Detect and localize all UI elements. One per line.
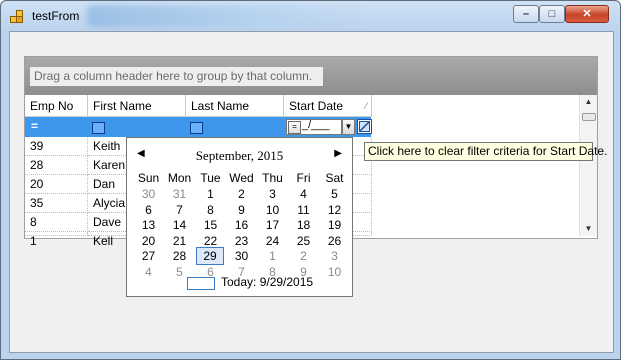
close-button[interactable]: ✕: [565, 5, 609, 23]
calendar-day[interactable]: 8: [195, 202, 226, 218]
clear-filter-button[interactable]: [357, 119, 372, 134]
calendar-day[interactable]: 21: [164, 233, 195, 249]
cell-emp-no[interactable]: 28: [25, 156, 88, 175]
start-date-filter-input[interactable]: = _/___: [286, 119, 342, 135]
scroll-thumb[interactable]: [582, 113, 596, 121]
cell-emp-no[interactable]: 8: [25, 213, 88, 232]
calendar-day[interactable]: 7: [164, 202, 195, 218]
maximize-icon: □: [548, 8, 556, 20]
calendar-day[interactable]: 26: [319, 233, 350, 249]
column-header-emp-no[interactable]: Emp No: [25, 95, 88, 117]
today-marker-icon: [187, 277, 215, 290]
column-header-last-name[interactable]: Last Name: [186, 95, 284, 117]
day-of-week-label: Mon: [167, 171, 192, 185]
filter-cell-first-name[interactable]: [88, 117, 186, 137]
calendar-day[interactable]: 14: [164, 217, 195, 233]
calendar-day[interactable]: 4: [133, 264, 164, 280]
close-icon: ✕: [582, 8, 592, 20]
calendar-day[interactable]: 17: [257, 217, 288, 233]
calendar-day[interactable]: 5: [319, 186, 350, 202]
calendar-day[interactable]: 4: [288, 186, 319, 202]
calendar-day[interactable]: 1: [195, 186, 226, 202]
filter-row[interactable]: = = _/___ ▼: [25, 117, 372, 137]
calendar-day[interactable]: 31: [164, 186, 195, 202]
filter-cell-last-name[interactable]: [186, 117, 284, 137]
minimize-button[interactable]: –: [513, 5, 539, 23]
column-header-start-date[interactable]: Start Date ⁄: [284, 95, 372, 117]
calendar-day[interactable]: 3: [319, 248, 350, 264]
window-title: testFrom: [32, 9, 80, 23]
column-header-start-date-label: Start Date: [289, 99, 344, 113]
calendar-day[interactable]: 13: [133, 217, 164, 233]
day-of-week-label: Thu: [262, 171, 283, 185]
vertical-scrollbar[interactable]: ▲ ▼: [579, 95, 597, 236]
calendar-day[interactable]: 19: [319, 217, 350, 233]
title-bar[interactable]: testFrom – □ ✕: [1, 1, 620, 31]
scroll-up-icon[interactable]: ▲: [580, 95, 597, 109]
title-bar-glass: [87, 5, 377, 27]
group-by-hint: Drag a column header here to group by th…: [30, 67, 323, 86]
group-by-panel[interactable]: Drag a column header here to group by th…: [25, 57, 597, 95]
calendar-day[interactable]: 15: [195, 217, 226, 233]
calendar-day[interactable]: 3: [257, 186, 288, 202]
calendar-day[interactable]: 2: [288, 248, 319, 264]
calendar-dropdown[interactable]: ◀ September, 2015 ▶ Sun Mon Tue Wed Thu Fri Sa…: [126, 137, 353, 297]
calendar-day[interactable]: 30: [133, 186, 164, 202]
filter-operator-equals-icon[interactable]: =: [288, 121, 301, 134]
day-of-week-label: Fri: [296, 171, 311, 185]
day-of-week-label: Sun: [137, 171, 160, 185]
cell-emp-no[interactable]: 39: [25, 137, 88, 156]
date-mask: _/___: [302, 119, 330, 131]
resize-grip-icon: ⁄: [365, 101, 367, 111]
calendar-day[interactable]: 10: [319, 264, 350, 280]
calendar-day[interactable]: 22: [195, 233, 226, 249]
next-month-icon[interactable]: ▶: [334, 148, 342, 159]
calendar-day[interactable]: 27: [133, 248, 164, 264]
calendar-day[interactable]: 29: [196, 247, 224, 265]
day-of-week-label: Wed: [229, 171, 254, 185]
tooltip: Click here to clear filter criteria for …: [364, 142, 607, 161]
date-dropdown-button[interactable]: ▼: [342, 119, 355, 135]
calendar-day[interactable]: 2: [226, 186, 257, 202]
calendar-day[interactable]: 24: [257, 233, 288, 249]
day-of-week-label: Sat: [325, 171, 344, 185]
calendar-day[interactable]: 1: [257, 248, 288, 264]
filter-operator-icon[interactable]: [92, 122, 105, 134]
day-of-week-label: Tue: [200, 171, 221, 185]
calendar-day[interactable]: 10: [257, 202, 288, 218]
scroll-down-icon[interactable]: ▼: [580, 222, 597, 236]
calendar-day[interactable]: 25: [288, 233, 319, 249]
calendar-day[interactable]: 28: [164, 248, 195, 264]
calendar-day[interactable]: 20: [133, 233, 164, 249]
calendar-day[interactable]: 6: [133, 202, 164, 218]
minimize-icon: –: [522, 8, 530, 20]
calendar-day[interactable]: 18: [288, 217, 319, 233]
app-icon: [10, 10, 24, 24]
calendar-month-title[interactable]: September, 2015: [127, 148, 352, 164]
calendar-day[interactable]: 12: [319, 202, 350, 218]
calendar-day[interactable]: 11: [288, 202, 319, 218]
calendar-day[interactable]: 30: [226, 248, 257, 264]
column-header-first-name[interactable]: First Name: [88, 95, 186, 117]
calendar-day[interactable]: 9: [226, 202, 257, 218]
cell-emp-no[interactable]: 20: [25, 175, 88, 194]
cell-emp-no[interactable]: 35: [25, 194, 88, 213]
clear-filter-icon: [359, 121, 370, 132]
cell-emp-no[interactable]: 1: [25, 232, 88, 248]
calendar-day[interactable]: 16: [226, 217, 257, 233]
calendar-day[interactable]: 23: [226, 233, 257, 249]
maximize-button[interactable]: □: [539, 5, 565, 23]
filter-cell-emp-no[interactable]: =: [25, 117, 88, 137]
filter-operator-equals[interactable]: =: [31, 119, 38, 133]
filter-operator-icon[interactable]: [190, 122, 203, 134]
today-link[interactable]: Today: 9/29/2015: [221, 275, 313, 289]
